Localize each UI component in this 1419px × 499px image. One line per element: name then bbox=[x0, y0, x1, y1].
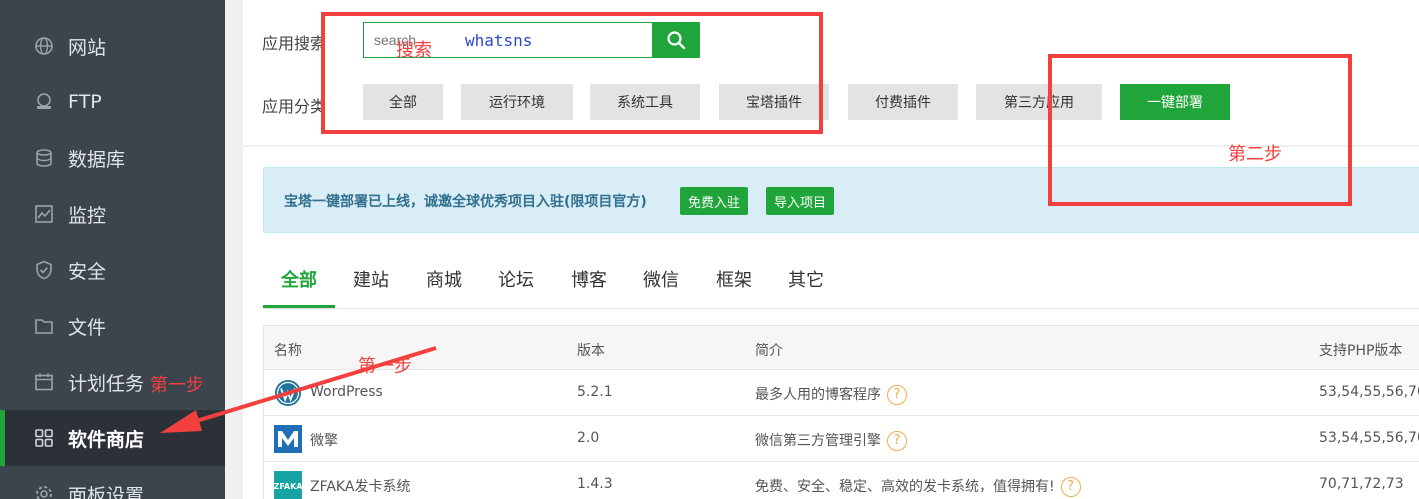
app-version: 5.2.1 bbox=[577, 384, 613, 400]
column-header-name: 名称 bbox=[274, 343, 302, 359]
column-header-description: 简介 bbox=[755, 343, 783, 359]
column-header-version: 版本 bbox=[577, 343, 605, 359]
sidebar-item-label: 面板设置 bbox=[68, 484, 145, 499]
category-paid-plugins-button[interactable]: 付费插件 bbox=[848, 84, 958, 120]
tab-all[interactable]: 全部 bbox=[281, 266, 317, 292]
app-name: ZFAKA发卡系统 bbox=[310, 479, 411, 495]
sidebar-item-label: 文件 bbox=[68, 316, 107, 339]
weengine-logo bbox=[274, 425, 302, 453]
gear-icon bbox=[34, 484, 54, 499]
category-tabs: 全部 建站 商城 论坛 博客 微信 框架 其它 bbox=[263, 249, 1419, 309]
app-php-versions: 53,54,55,56,70 bbox=[1319, 384, 1419, 400]
sidebar-item-security[interactable]: 安全 bbox=[0, 242, 225, 298]
search-label: 应用搜索 bbox=[262, 34, 327, 53]
main-content: 应用搜索 whatsns 应用分类 全部 运行环境 系统工具 宝塔插件 付费插件… bbox=[243, 0, 1419, 499]
annotation-step1-table-label: 第一步 bbox=[358, 356, 412, 377]
globe-icon bbox=[34, 36, 54, 56]
app-name: 微擎 bbox=[310, 433, 338, 449]
folder-icon bbox=[34, 316, 54, 336]
ftp-icon bbox=[34, 92, 54, 112]
sidebar-item-app-store[interactable]: 软件商店 bbox=[0, 410, 225, 466]
sidebar-item-label: 软件商店 bbox=[68, 428, 145, 451]
tab-wechat[interactable]: 微信 bbox=[643, 266, 679, 292]
table-row[interactable]: 微擎 2.0 微信第三方管理引擎? 53,54,55,56,70 bbox=[264, 416, 1419, 462]
help-icon[interactable]: ? bbox=[887, 431, 907, 451]
category-system-tools-button[interactable]: 系统工具 bbox=[590, 84, 700, 120]
category-all-button[interactable]: 全部 bbox=[363, 84, 443, 120]
tab-website[interactable]: 建站 bbox=[353, 266, 389, 292]
monitor-icon bbox=[34, 204, 54, 224]
app-php-versions: 70,71,72,73 bbox=[1319, 476, 1404, 492]
tab-forum[interactable]: 论坛 bbox=[498, 266, 534, 292]
category-label: 应用分类 bbox=[262, 97, 327, 116]
free-join-button[interactable]: 免费入驻 bbox=[680, 187, 749, 215]
table-row[interactable]: ZFAKA ZFAKA发卡系统 1.4.3 免费、安全、稳定、高效的发卡系统，值… bbox=[264, 462, 1419, 499]
app-php-versions: 53,54,55,56,70 bbox=[1319, 430, 1419, 446]
deploy-notice: 宝塔一键部署已上线，诚邀全球优秀项目入驻(限项目官方) 免费入驻 导入项目 bbox=[263, 167, 1419, 233]
active-tab-indicator bbox=[263, 305, 335, 308]
sidebar-item-label: FTP bbox=[68, 91, 102, 113]
sidebar-item-panel-settings[interactable]: 面板设置 bbox=[0, 466, 225, 499]
category-one-click-deploy-button[interactable]: 一键部署 bbox=[1120, 84, 1230, 120]
wordpress-logo bbox=[275, 380, 301, 406]
grid-icon bbox=[34, 428, 54, 448]
search-panel: 应用搜索 whatsns 应用分类 全部 运行环境 系统工具 宝塔插件 付费插件… bbox=[243, 0, 1419, 145]
app-description: 免费、安全、稳定、高效的发卡系统，值得拥有!? bbox=[755, 476, 1081, 497]
table-header: 名称 版本 简介 支持PHP版本 bbox=[264, 326, 1419, 370]
annotation-search-label: 搜索 bbox=[396, 40, 432, 61]
app-window: 网站 FTP 数据库 监控 安全 文件 计划任务 软件商店 面板设置 应用搜索 … bbox=[0, 0, 1419, 499]
tab-other[interactable]: 其它 bbox=[788, 266, 824, 292]
sidebar-item-label: 安全 bbox=[68, 260, 107, 283]
app-name: WordPress bbox=[310, 384, 383, 400]
app-table: 名称 版本 简介 支持PHP版本 WordPress 5.2.1 最多人用的博客… bbox=[263, 325, 1419, 499]
tab-shop[interactable]: 商城 bbox=[426, 266, 462, 292]
calendar-icon bbox=[34, 372, 54, 392]
sidebar-item-files[interactable]: 文件 bbox=[0, 298, 225, 354]
import-project-button[interactable]: 导入项目 bbox=[766, 187, 835, 215]
sidebar-item-website[interactable]: 网站 bbox=[0, 18, 225, 74]
tab-framework[interactable]: 框架 bbox=[716, 266, 752, 292]
sidebar-item-database[interactable]: 数据库 bbox=[0, 130, 225, 186]
app-list-panel: 宝塔一键部署已上线，诚邀全球优秀项目入驻(限项目官方) 免费入驻 导入项目 全部… bbox=[243, 147, 1419, 499]
annotation-step2-label: 第二步 bbox=[1228, 144, 1282, 165]
app-version: 1.4.3 bbox=[577, 476, 613, 492]
annotation-step1-sidebar-label: 第一步 bbox=[150, 375, 204, 396]
sidebar-item-label: 数据库 bbox=[68, 148, 126, 171]
search-button[interactable] bbox=[652, 22, 700, 58]
svg-text:ZFAKA: ZFAKA bbox=[274, 482, 302, 491]
search-icon bbox=[667, 31, 686, 50]
notice-text: 宝塔一键部署已上线，诚邀全球优秀项目入驻(限项目官方) bbox=[284, 194, 647, 210]
shield-icon bbox=[34, 260, 54, 280]
help-icon[interactable]: ? bbox=[1060, 477, 1081, 497]
search-typed-text: whatsns bbox=[465, 31, 533, 50]
column-header-php-version: 支持PHP版本 bbox=[1319, 343, 1403, 359]
app-description: 最多人用的博客程序? bbox=[755, 384, 907, 405]
sidebar: 网站 FTP 数据库 监控 安全 文件 计划任务 软件商店 面板设置 bbox=[0, 0, 225, 499]
sidebar-item-label: 网站 bbox=[68, 36, 107, 59]
table-row[interactable]: WordPress 5.2.1 最多人用的博客程序? 53,54,55,56,7… bbox=[264, 370, 1419, 416]
sidebar-item-monitor[interactable]: 监控 bbox=[0, 186, 225, 242]
category-runtime-button[interactable]: 运行环境 bbox=[461, 84, 573, 120]
sidebar-item-label: 监控 bbox=[68, 204, 107, 227]
tab-blog[interactable]: 博客 bbox=[571, 266, 607, 292]
category-third-party-button[interactable]: 第三方应用 bbox=[976, 84, 1102, 120]
app-description: 微信第三方管理引擎? bbox=[755, 430, 907, 451]
zfaka-logo: ZFAKA bbox=[274, 471, 302, 499]
sidebar-item-ftp[interactable]: FTP bbox=[0, 74, 225, 130]
sidebar-item-label: 计划任务 bbox=[68, 372, 145, 395]
database-icon bbox=[34, 148, 54, 168]
app-version: 2.0 bbox=[577, 430, 600, 446]
help-icon[interactable]: ? bbox=[887, 385, 907, 405]
category-bt-plugins-button[interactable]: 宝塔插件 bbox=[719, 84, 829, 120]
